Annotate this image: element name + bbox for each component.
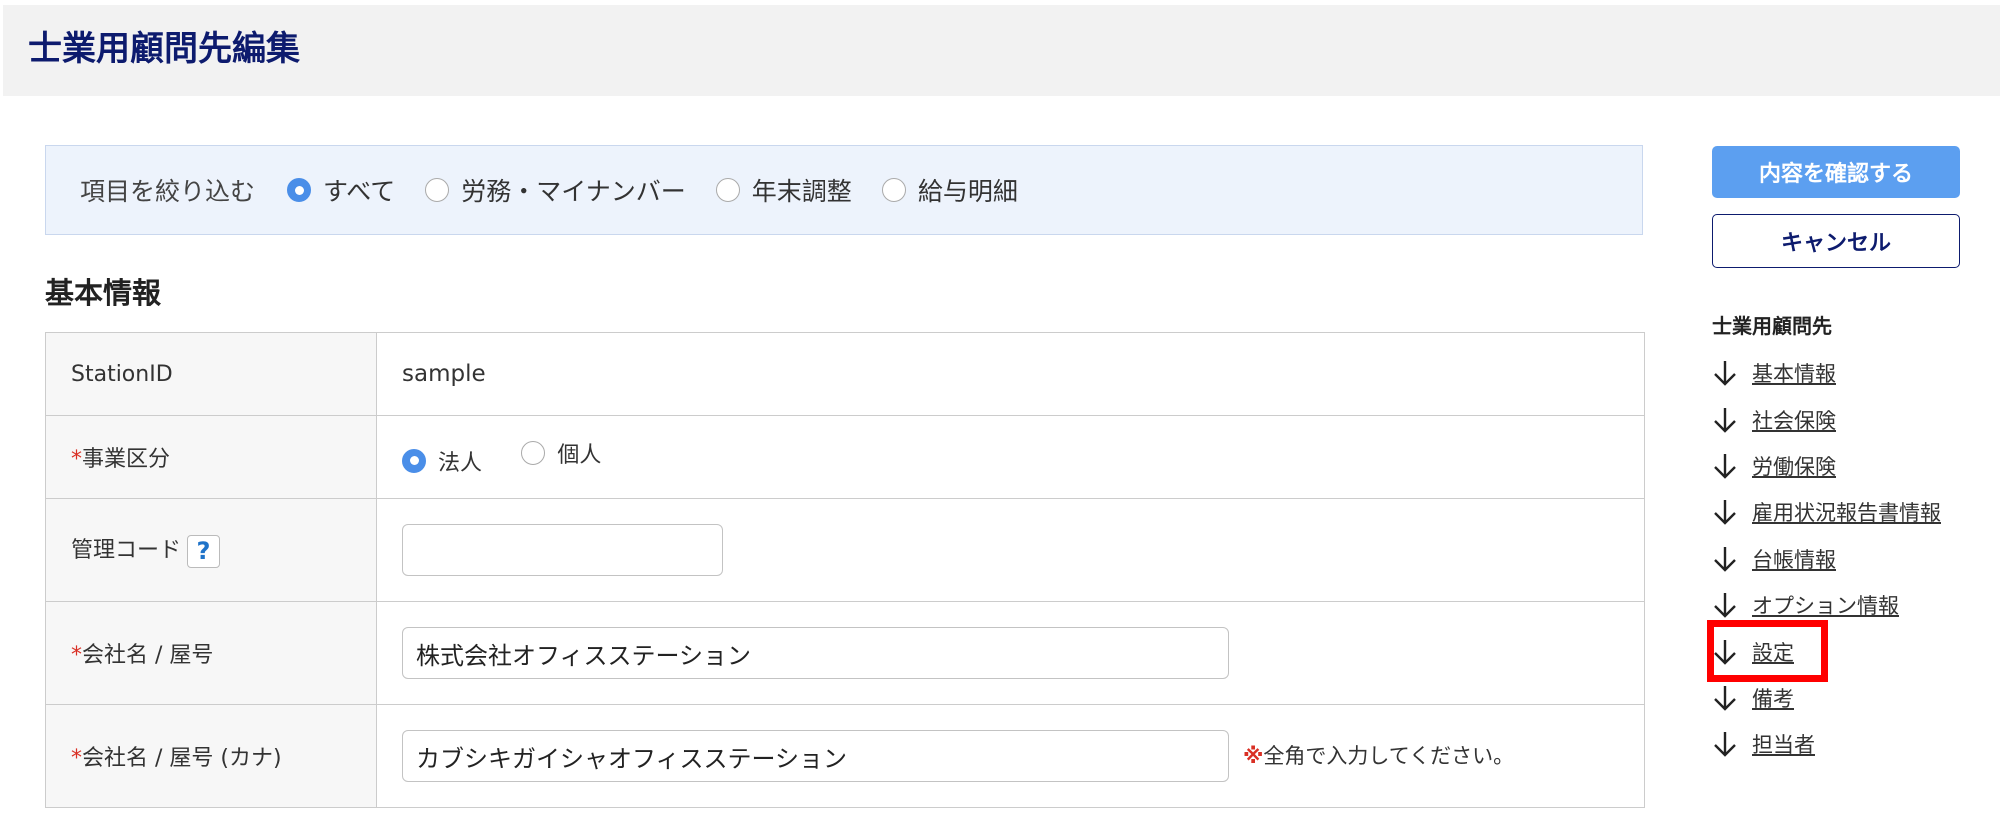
filter-option-labor[interactable]: 労務・マイナンバー (425, 172, 686, 208)
form-row-business-type: *事業区分 法人 個人 (45, 415, 1645, 499)
sidebar-item-ledger: 台帳情報 (1712, 536, 1941, 582)
sidebar-item-labor-insurance: 労働保険 (1712, 443, 1941, 489)
sidebar-title: 士業用顧問先 (1712, 314, 1832, 338)
arrow-down-icon (1714, 732, 1736, 758)
sidebar-item-social-insurance: 社会保険 (1712, 396, 1941, 442)
sidebar-link[interactable]: 基本情報 (1752, 358, 1836, 388)
arrow-down-icon (1714, 407, 1736, 433)
company-name-kana-input[interactable] (402, 730, 1229, 782)
filter-option-label: 年末調整 (751, 177, 852, 206)
field-label: 管理コード? (45, 498, 377, 602)
business-type-individual[interactable]: 個人 (521, 437, 601, 469)
filter-option-label: 給与明細 (917, 177, 1018, 206)
management-code-field (376, 498, 1645, 602)
filter-option-year-end[interactable]: 年末調整 (715, 172, 852, 208)
sidebar-link[interactable]: オプション情報 (1752, 590, 1899, 620)
sidebar-item-staff: 担当者 (1712, 721, 1941, 767)
business-type-corporate[interactable]: 法人 (402, 445, 482, 477)
basic-info-table: StationID sample *事業区分 法人 個人 管理コード? *会社名… (45, 332, 1645, 808)
field-label: *事業区分 (45, 415, 377, 499)
sidebar-link[interactable]: 担当者 (1752, 729, 1815, 759)
field-label: StationID (45, 332, 377, 416)
form-row-company-name-kana: *会社名 / 屋号 (カナ) ※全角で入力してください。 (45, 704, 1645, 808)
arrow-down-icon (1714, 685, 1736, 711)
arrow-down-icon (1714, 546, 1736, 572)
confirm-button[interactable]: 内容を確認する (1712, 146, 1960, 198)
filter-label: 項目を絞り込む (80, 177, 256, 206)
cancel-button[interactable]: キャンセル (1712, 214, 1960, 268)
radio-icon[interactable] (715, 178, 740, 202)
required-mark: * (71, 643, 82, 668)
sidebar-link[interactable]: 雇用状況報告書情報 (1752, 497, 1941, 527)
business-type-field: 法人 個人 (376, 415, 1645, 499)
sidebar-link[interactable]: 備考 (1752, 683, 1794, 713)
field-label: *会社名 / 屋号 (45, 601, 377, 705)
company-name-input[interactable] (402, 627, 1229, 679)
filter-option-all[interactable]: すべて (287, 172, 395, 208)
form-row-station-id: StationID sample (45, 332, 1645, 416)
filter-option-label: 労務・マイナンバー (461, 177, 686, 206)
arrow-down-icon (1714, 361, 1736, 386)
management-code-input[interactable] (402, 524, 723, 576)
arrow-down-icon (1714, 500, 1736, 526)
radio-icon[interactable] (425, 178, 450, 202)
highlight-box (1707, 620, 1828, 682)
page-title: 士業用顧問先編集 (28, 29, 300, 69)
filter-option-payslip[interactable]: 給与明細 (881, 172, 1018, 208)
station-id-value: sample (376, 332, 1645, 416)
note-mark: ※ (1243, 743, 1264, 768)
required-mark: * (71, 746, 82, 771)
radio-icon[interactable] (881, 178, 906, 202)
form-row-company-name: *会社名 / 屋号 (45, 601, 1645, 705)
sidebar-item-basic-info: 基本情報 (1712, 350, 1941, 396)
field-note: ※全角で入力してください。 (1243, 743, 1515, 768)
arrow-down-icon (1714, 453, 1736, 479)
radio-icon[interactable] (521, 441, 546, 466)
filter-bar: 項目を絞り込む すべて 労務・マイナンバー 年末調整 給与明細 (45, 145, 1643, 235)
sidebar-item-employment-report: 雇用状況報告書情報 (1712, 489, 1941, 535)
sidebar-nav: 基本情報 社会保険 労働保険 雇用状況報告書情報 台帳情報 オプション情報 設定… (1712, 350, 1941, 768)
company-name-kana-field: ※全角で入力してください。 (376, 704, 1645, 808)
form-row-management-code: 管理コード? (45, 498, 1645, 602)
radio-selected-icon[interactable] (287, 178, 312, 202)
page-header: 士業用顧問先編集 (3, 5, 2000, 96)
radio-selected-icon[interactable] (402, 448, 426, 473)
help-icon[interactable]: ? (187, 534, 221, 568)
required-mark: * (71, 447, 82, 472)
section-title: 基本情報 (45, 276, 162, 310)
arrow-down-icon (1714, 593, 1736, 618)
sidebar-link[interactable]: 社会保険 (1752, 405, 1836, 435)
filter-option-label: すべて (323, 177, 396, 206)
company-name-field (376, 601, 1645, 705)
sidebar-link[interactable]: 労働保険 (1752, 451, 1836, 481)
field-label: *会社名 / 屋号 (カナ) (45, 704, 377, 808)
sidebar-link[interactable]: 台帳情報 (1752, 544, 1836, 574)
